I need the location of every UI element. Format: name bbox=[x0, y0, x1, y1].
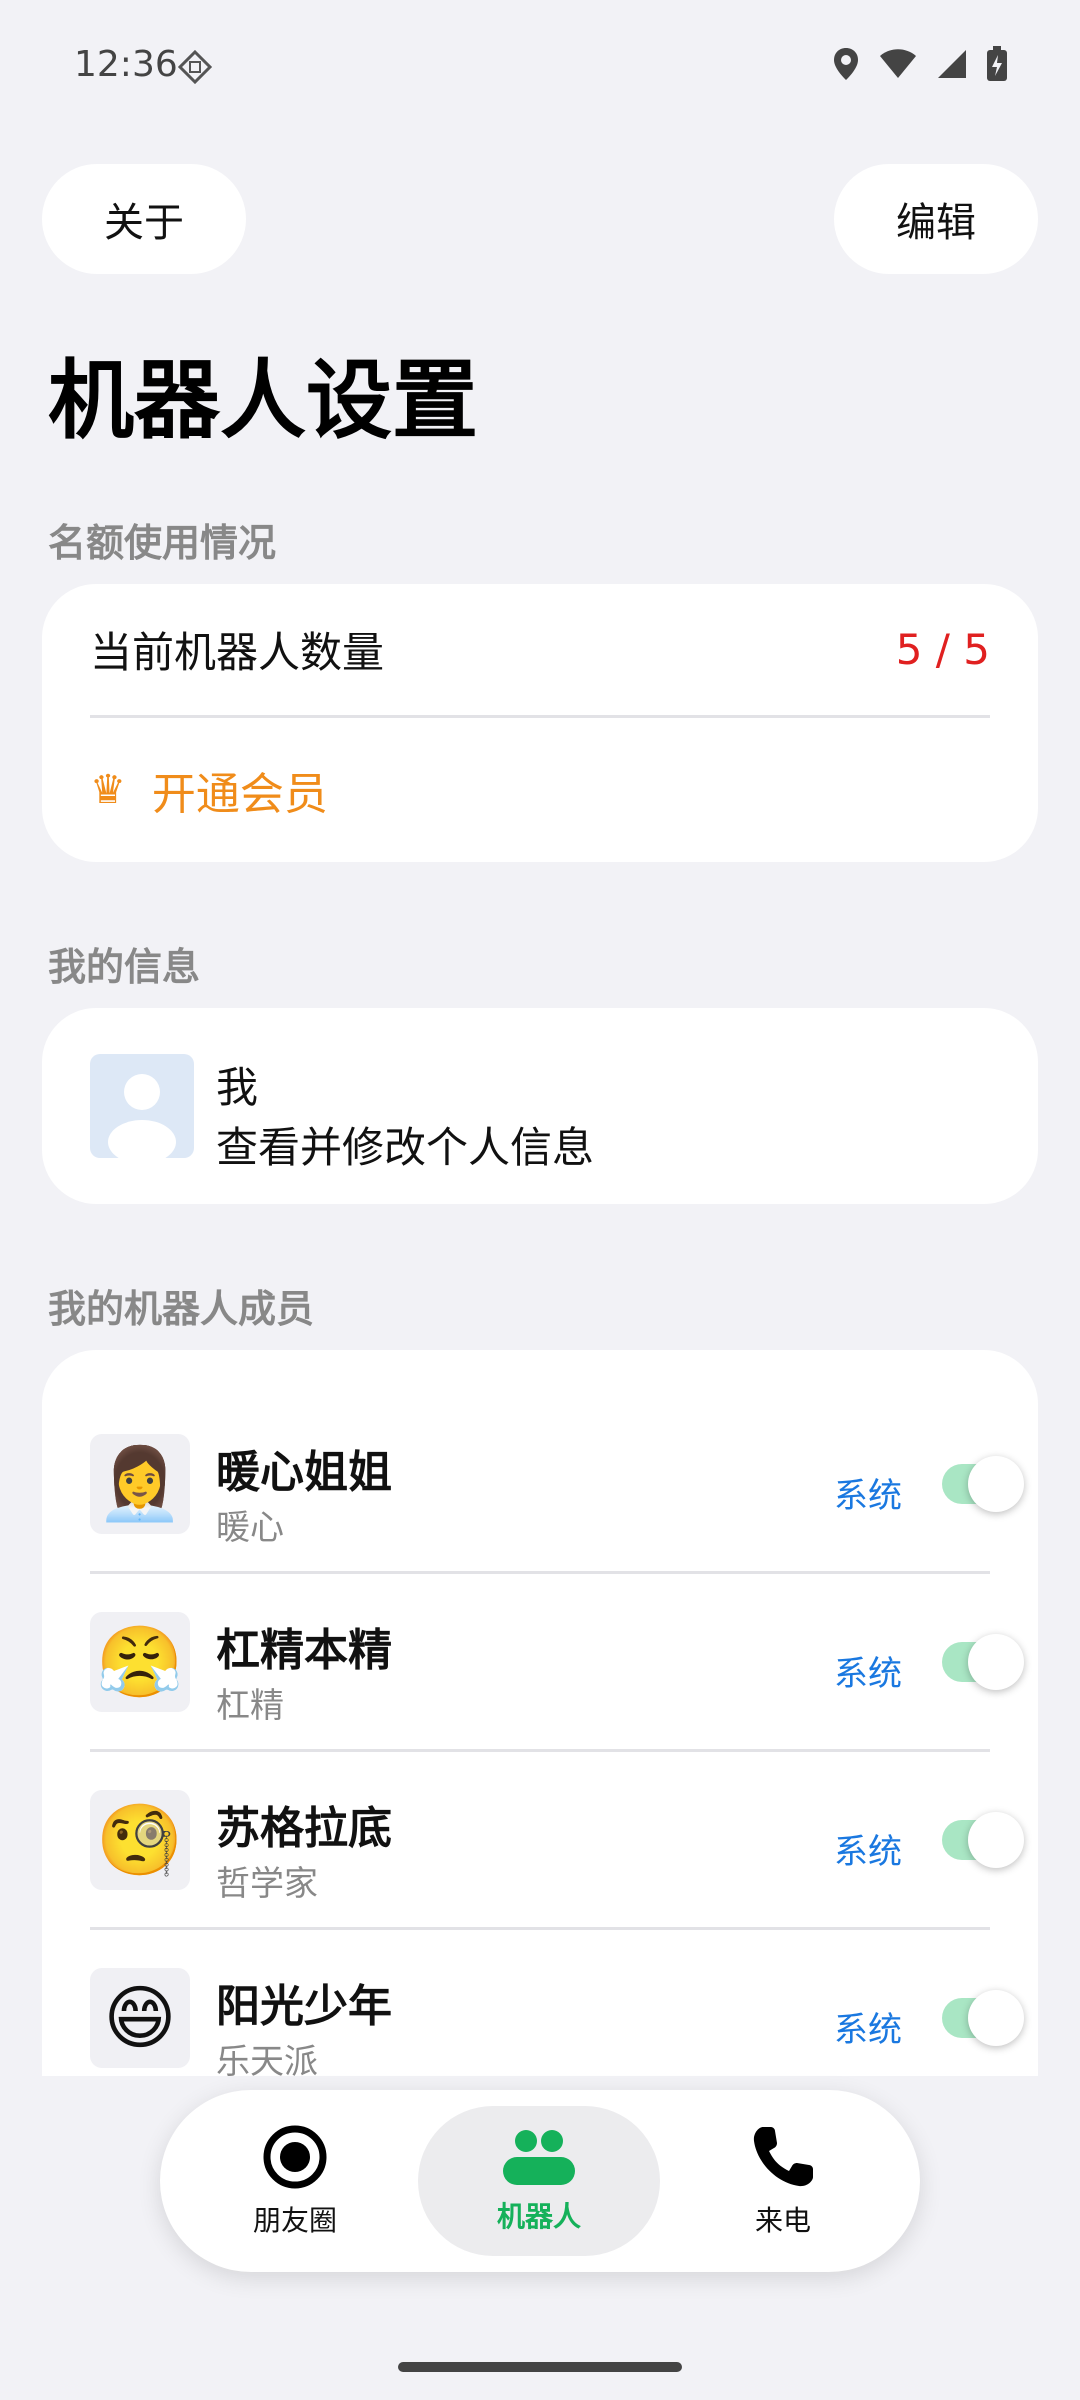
member-toggle[interactable] bbox=[942, 1456, 1024, 1512]
system-tag: 系统 bbox=[834, 1476, 902, 1516]
phone-icon bbox=[753, 2127, 813, 2187]
member-description: 乐天派 bbox=[216, 2042, 318, 2076]
member-avatar: 👩‍💼 bbox=[90, 1434, 190, 1534]
nav-calls-label: 来电 bbox=[754, 2204, 811, 2237]
sim-icon bbox=[178, 50, 212, 84]
toggle-knob bbox=[968, 1456, 1024, 1512]
member-toggle[interactable] bbox=[942, 1634, 1024, 1690]
moments-icon bbox=[263, 2125, 327, 2189]
system-tag: 系统 bbox=[834, 1654, 902, 1694]
nav-calls[interactable]: 来电 bbox=[662, 2106, 904, 2256]
bottom-nav: 朋友圈 机器人 来电 bbox=[160, 2090, 920, 2272]
vip-membership-button[interactable]: ♛ 开通会员 bbox=[90, 718, 328, 862]
toggle-knob bbox=[968, 1812, 1024, 1868]
quota-card: 当前机器人数量 5 / 5 ♛ 开通会员 bbox=[42, 584, 1038, 862]
battery-icon bbox=[987, 46, 1007, 81]
about-button[interactable]: 关于 bbox=[42, 164, 246, 274]
members-section-label: 我的机器人成员 bbox=[48, 1287, 315, 1331]
quota-section-label: 名额使用情况 bbox=[48, 521, 277, 565]
members-card: 👩‍💼 暖心姐姐 暖心 系统 😤 杠精本精 杠精 系统 🧐 苏格拉底 哲学家 系… bbox=[42, 1350, 1038, 2076]
vip-label: 开通会员 bbox=[151, 769, 328, 820]
edit-button[interactable]: 编辑 bbox=[834, 164, 1038, 274]
my-info-card[interactable]: 我 查看并修改个人信息 bbox=[42, 1008, 1038, 1204]
member-description: 暖心 bbox=[216, 1508, 284, 1548]
system-tag: 系统 bbox=[834, 1832, 902, 1872]
list-item[interactable]: 🧐 苏格拉底 哲学家 系统 bbox=[90, 1752, 1024, 1930]
nav-robots[interactable]: 机器人 bbox=[418, 2106, 660, 2256]
page-title: 机器人设置 bbox=[48, 351, 478, 451]
nav-moments[interactable]: 朋友圈 bbox=[174, 2106, 416, 2256]
nav-robots-label: 机器人 bbox=[496, 2200, 581, 2233]
list-item[interactable]: 😤 杠精本精 杠精 系统 bbox=[90, 1574, 1024, 1752]
nav-moments-label: 朋友圈 bbox=[252, 2204, 337, 2237]
robot-count-label: 当前机器人数量 bbox=[90, 628, 385, 677]
signal-icon bbox=[938, 50, 966, 78]
crown-icon: ♛ bbox=[90, 767, 126, 813]
robots-icon bbox=[503, 2130, 575, 2185]
my-info-description: 查看并修改个人信息 bbox=[216, 1123, 595, 1172]
robot-count-row: 当前机器人数量 5 / 5 bbox=[90, 584, 990, 718]
toggle-knob bbox=[968, 1990, 1024, 2046]
member-description: 杠精 bbox=[216, 1686, 284, 1726]
member-avatar: 😤 bbox=[90, 1612, 190, 1712]
my-info-section-label: 我的信息 bbox=[48, 945, 201, 989]
member-toggle[interactable] bbox=[942, 1990, 1024, 2046]
home-indicator[interactable] bbox=[398, 2362, 682, 2372]
avatar-placeholder-icon bbox=[108, 1074, 176, 1158]
member-name: 杠精本精 bbox=[216, 1625, 392, 1676]
avatar bbox=[90, 1054, 194, 1158]
system-tag: 系统 bbox=[834, 2010, 902, 2050]
member-description: 哲学家 bbox=[216, 1864, 318, 1904]
member-avatar: 🧐 bbox=[90, 1790, 190, 1890]
toggle-knob bbox=[968, 1634, 1024, 1690]
location-icon bbox=[834, 48, 858, 80]
member-name: 暖心姐姐 bbox=[216, 1447, 392, 1498]
my-name: 我 bbox=[216, 1063, 259, 1112]
status-bar: 12:36 bbox=[0, 0, 1080, 130]
wifi-icon bbox=[880, 49, 916, 78]
robot-count-value: 5 / 5 bbox=[895, 625, 990, 674]
member-avatar: 😄 bbox=[90, 1968, 190, 2068]
list-item[interactable]: 👩‍💼 暖心姐姐 暖心 系统 bbox=[90, 1396, 1024, 1574]
status-time: 12:36 bbox=[74, 44, 178, 85]
member-name: 苏格拉底 bbox=[216, 1803, 392, 1854]
list-item[interactable]: 😄 阳光少年 乐天派 系统 bbox=[90, 1930, 1024, 2076]
status-icons bbox=[832, 46, 1008, 82]
member-toggle[interactable] bbox=[942, 1812, 1024, 1868]
member-name: 阳光少年 bbox=[216, 1981, 392, 2032]
